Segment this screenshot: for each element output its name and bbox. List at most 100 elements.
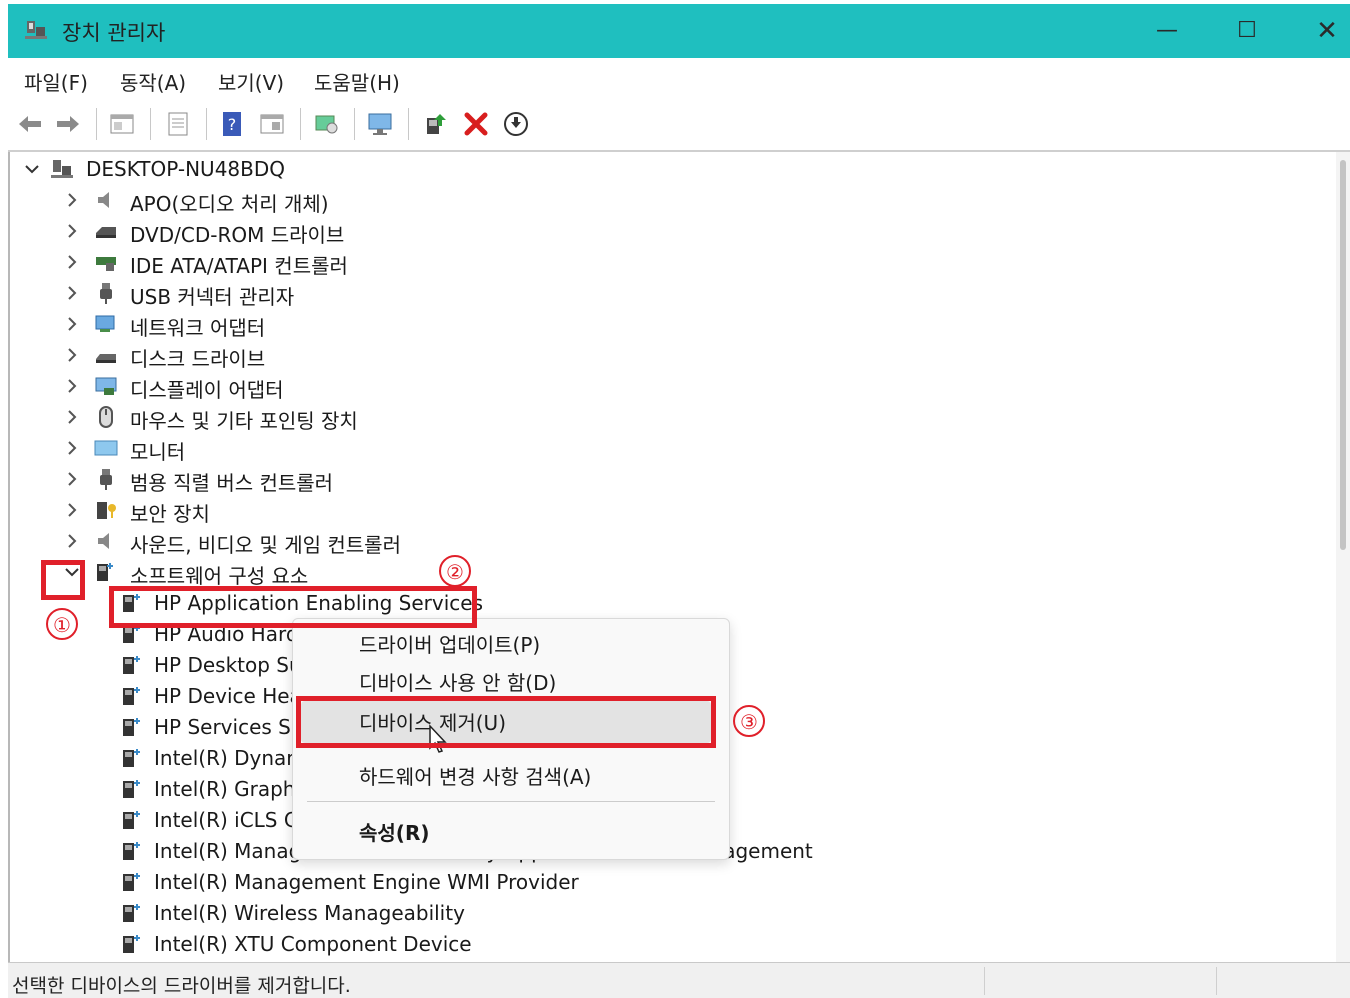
- software-component-icon: [123, 811, 140, 829]
- update-driver-icon[interactable]: [422, 110, 450, 138]
- context-scan-hardware[interactable]: 하드웨어 변경 사항 검색(A): [359, 761, 591, 790]
- device-label: Intel(R) Wireless Manageability: [154, 901, 465, 925]
- chevron-right-icon[interactable]: [64, 285, 80, 301]
- chevron-down-icon[interactable]: [24, 161, 40, 177]
- device-manager-window: 장치 관리자 — ☐ ✕ 파일(F) 동작(A) 보기(V) 도움말(H) ? …: [8, 4, 1350, 998]
- tree-device-item[interactable]: Intel(R) Management Engine WMI Provider: [120, 867, 820, 898]
- chevron-right-icon[interactable]: [64, 502, 80, 518]
- context-disable-device[interactable]: 디바이스 사용 안 함(D): [359, 667, 556, 696]
- tree-category[interactable]: 네트워크 어댑터: [20, 309, 520, 340]
- scrollbar-thumb[interactable]: [1340, 160, 1346, 550]
- speaker-icon: [98, 533, 109, 549]
- properties-view-icon[interactable]: [108, 110, 136, 138]
- category-label: 사운드, 비디오 및 게임 컨트롤러: [130, 533, 401, 557]
- chevron-right-icon[interactable]: [64, 316, 80, 332]
- category-label: 모니터: [130, 440, 186, 464]
- monitor-icon[interactable]: [366, 110, 394, 138]
- details-icon[interactable]: [164, 110, 192, 138]
- toolbar-separator: [408, 108, 409, 140]
- software-component-icon: [123, 749, 140, 767]
- usb-controller-icon: [100, 469, 112, 490]
- forward-icon[interactable]: [54, 110, 82, 138]
- tree-category[interactable]: 보안 장치: [20, 495, 520, 526]
- toolbar-separator: [300, 108, 301, 140]
- status-separator: [1216, 967, 1217, 995]
- chevron-right-icon[interactable]: [64, 440, 80, 456]
- title-bar[interactable]: 장치 관리자 — ☐ ✕: [8, 4, 1350, 58]
- svg-text:?: ?: [228, 115, 237, 134]
- category-label: 마우스 및 기타 포인팅 장치: [130, 409, 358, 433]
- chevron-right-icon[interactable]: [64, 347, 80, 363]
- software-component-icon: [123, 718, 140, 736]
- tree-category[interactable]: USB 커넥터 관리자: [20, 278, 520, 309]
- device-label: Intel(R) Management Engine WMI Provider: [154, 870, 579, 894]
- minimize-button[interactable]: —: [1128, 4, 1206, 58]
- menu-action[interactable]: 동작(A): [120, 67, 186, 96]
- device-manager-icon: [25, 21, 47, 39]
- software-component-icon: [123, 780, 140, 798]
- help-icon[interactable]: ?: [218, 110, 246, 138]
- annotation-step-2: ②: [439, 555, 471, 587]
- category-label: 보안 장치: [130, 502, 210, 526]
- tree-device-item[interactable]: Intel(R) XTU Component Device: [120, 929, 820, 960]
- tree-device-item[interactable]: Intel(R) Wireless Manageability: [120, 898, 820, 929]
- tree-category[interactable]: IDE ATA/ATAPI 컨트롤러: [20, 247, 520, 278]
- software-component-icon: [123, 904, 140, 922]
- uninstall-icon[interactable]: [462, 110, 490, 138]
- device-label: Intel(R) iCLS C: [154, 808, 298, 832]
- device-label: Intel(R) XTU Component Device: [154, 932, 472, 956]
- category-label: 디스플레이 어댑터: [130, 378, 284, 402]
- mouse-icon: [99, 406, 113, 428]
- context-update-driver[interactable]: 드라이버 업데이트(P): [359, 629, 540, 658]
- computer-name: DESKTOP-NU48BDQ: [86, 157, 286, 181]
- view-icon[interactable]: [258, 110, 286, 138]
- scan-hardware-icon[interactable]: [312, 110, 340, 138]
- tree-category[interactable]: APO(오디오 처리 개체): [20, 185, 520, 216]
- menu-bar: 파일(F) 동작(A) 보기(V) 도움말(H): [8, 58, 1350, 101]
- device-label: Intel(R) Graphi: [154, 777, 302, 801]
- menu-view[interactable]: 보기(V): [218, 67, 284, 96]
- chevron-right-icon[interactable]: [64, 192, 80, 208]
- status-bar: 선택한 디바이스의 드라이버를 제거합니다.: [8, 962, 1350, 998]
- device-label: HP Services Sc: [154, 715, 302, 739]
- tree-category[interactable]: 마우스 및 기타 포인팅 장치: [20, 402, 520, 433]
- ide-controller-icon: [96, 257, 116, 271]
- chevron-right-icon[interactable]: [64, 223, 80, 239]
- chevron-right-icon[interactable]: [64, 254, 80, 270]
- chevron-right-icon[interactable]: [64, 378, 80, 394]
- context-properties[interactable]: 속성(R): [359, 817, 429, 846]
- maximize-button[interactable]: ☐: [1208, 4, 1286, 58]
- tree-category[interactable]: 범용 직렬 버스 컨트롤러: [20, 464, 520, 495]
- tree-category[interactable]: 모니터: [20, 433, 520, 464]
- toolbar-separator: [150, 108, 151, 140]
- tree-category[interactable]: DVD/CD-ROM 드라이브: [20, 216, 520, 247]
- device-label: Intel(R) Dynam: [154, 746, 306, 770]
- toolbar: ?: [8, 100, 1350, 152]
- chevron-right-icon[interactable]: [64, 471, 80, 487]
- tree-category[interactable]: 디스크 드라이브: [20, 340, 520, 371]
- back-icon[interactable]: [16, 110, 44, 138]
- menu-help[interactable]: 도움말(H): [314, 67, 400, 96]
- annotation-step-1: ①: [46, 608, 78, 640]
- chevron-right-icon[interactable]: [64, 533, 80, 549]
- context-menu-separator: [307, 801, 715, 802]
- speaker-icon: [98, 192, 109, 208]
- category-label: USB 커넥터 관리자: [130, 285, 295, 309]
- close-button[interactable]: ✕: [1288, 4, 1350, 58]
- window-title: 장치 관리자: [62, 21, 166, 45]
- display-adapter-icon: [95, 377, 117, 395]
- vertical-scrollbar[interactable]: [1336, 152, 1350, 962]
- download-icon[interactable]: [502, 110, 530, 138]
- usb-connector-icon: [100, 283, 112, 304]
- menu-file[interactable]: 파일(F): [24, 67, 88, 96]
- device-label: HP Desktop Su: [154, 653, 302, 677]
- annotation-box-device: [109, 586, 477, 628]
- monitor-icon: [94, 440, 118, 456]
- software-component-icon: [123, 842, 140, 860]
- computer-icon: [51, 160, 73, 178]
- tree-root[interactable]: DESKTOP-NU48BDQ: [20, 154, 420, 185]
- chevron-right-icon[interactable]: [64, 409, 80, 425]
- security-device-icon: [97, 502, 116, 519]
- tree-category[interactable]: 디스플레이 어댑터: [20, 371, 520, 402]
- tree-category[interactable]: 사운드, 비디오 및 게임 컨트롤러: [20, 526, 540, 557]
